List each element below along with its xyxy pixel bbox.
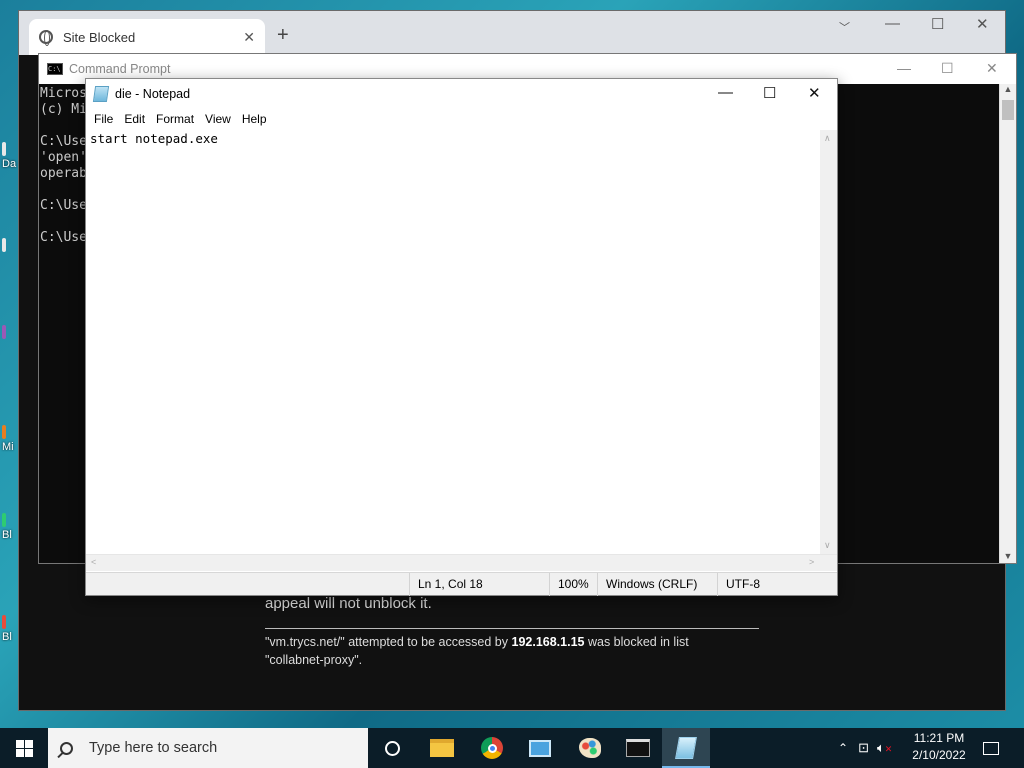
menu-file[interactable]: File <box>89 112 118 126</box>
blocked-page-content: appeal will not unblock it. "vm.trycs.ne… <box>265 595 765 669</box>
menu-edit[interactable]: Edit <box>119 112 150 126</box>
volume-muted-icon[interactable]: 🔈︎✕ <box>877 740 892 756</box>
chevron-up-icon[interactable]: ⌃ <box>838 741 848 755</box>
paint-icon <box>579 738 601 758</box>
status-encoding: UTF-8 <box>717 573 819 596</box>
desktop-icon-1[interactable]: Da <box>2 142 16 170</box>
desktop-icon-4[interactable]: Mi <box>2 425 14 453</box>
notepad-text-area[interactable]: start notepad.exe <box>86 130 821 554</box>
scroll-up-icon[interactable]: ∧ <box>824 133 831 144</box>
scroll-right-icon[interactable]: > <box>809 557 814 567</box>
notepad-status-bar: Ln 1, Col 18 100% Windows (CRLF) UTF-8 <box>86 572 837 596</box>
paint-button[interactable] <box>566 728 614 768</box>
menu-help[interactable]: Help <box>237 112 272 126</box>
notepad-maximize-button[interactable]: ☐ <box>763 84 776 102</box>
desktop-icon-6[interactable]: Bl <box>2 615 12 643</box>
desktop-icon-label: Mi <box>2 441 14 453</box>
desktop-shortcut-icon <box>2 238 6 252</box>
scroll-down-icon[interactable]: ∨ <box>824 540 831 551</box>
blocked-list: "collabnet-proxy". <box>265 653 363 667</box>
notepad-close-button[interactable]: ✕ <box>808 84 821 102</box>
blocked-info-text: attempted to be accessed by <box>344 635 512 649</box>
command-prompt-button[interactable] <box>614 728 662 768</box>
chrome-icon <box>481 737 503 759</box>
notification-icon <box>983 741 999 755</box>
blocked-ip: 192.168.1.15 <box>511 635 585 649</box>
desktop-shortcut-icon <box>2 325 6 339</box>
notepad-button[interactable] <box>662 728 710 768</box>
control-panel-icon <box>529 739 551 757</box>
cmd-title: Command Prompt <box>69 62 171 76</box>
notepad-vertical-scrollbar[interactable]: ∧ ∨ <box>820 130 837 554</box>
notepad-titlebar[interactable]: die - Notepad — ☐ ✕ <box>86 79 837 109</box>
task-view-icon <box>384 740 400 756</box>
chrome-button[interactable] <box>468 728 516 768</box>
windows-logo-icon <box>15 739 33 757</box>
notepad-window: die - Notepad — ☐ ✕ File Edit Format Vie… <box>85 78 838 596</box>
desktop-icon-2[interactable] <box>2 238 6 254</box>
clock-date: 2/10/2022 <box>912 748 966 762</box>
search-icon <box>60 741 73 755</box>
system-tray: ⌃ ⊡ 🔈︎✕ <box>838 728 892 768</box>
search-placeholder: Type here to search <box>89 740 218 756</box>
command-prompt-icon <box>626 739 650 757</box>
chrome-close-button[interactable]: ✕ <box>976 15 989 33</box>
desktop-icon-3[interactable] <box>2 325 6 341</box>
desktop-shortcut-icon <box>2 142 6 156</box>
desktop-icon-label: Bl <box>2 529 12 541</box>
taskbar-search-box[interactable]: Type here to search <box>48 728 368 768</box>
cmd-scrollbar[interactable]: ▲ ▼ <box>999 84 1016 563</box>
tab-site-blocked[interactable]: Site Blocked ✕ <box>29 19 265 55</box>
globe-icon <box>39 30 53 46</box>
blocked-info: "vm.trycs.net/" attempted to be accessed… <box>265 633 765 669</box>
cmd-minimize-button[interactable]: — <box>897 60 911 76</box>
start-button[interactable] <box>0 728 48 768</box>
command-prompt-icon: C:\ <box>47 63 63 75</box>
scroll-up-icon[interactable]: ▲ <box>1000 84 1016 94</box>
desktop-icons: Da Mi Bl Bl <box>0 130 18 690</box>
chrome-titlebar[interactable]: Site Blocked ✕ + ﹀ — ☐ ✕ <box>19 11 1005 55</box>
control-panel-button[interactable] <box>516 728 564 768</box>
clock-time: 11:21 PM <box>913 731 965 745</box>
desktop-icon-label: Bl <box>2 631 12 643</box>
notepad-title: die - Notepad <box>115 87 191 101</box>
desktop-icon-label: Da <box>2 158 17 170</box>
status-cursor-position: Ln 1, Col 18 <box>409 573 549 596</box>
desktop-icon-5[interactable]: Bl <box>2 513 12 541</box>
network-icon[interactable]: ⊡ <box>858 740 869 756</box>
blocked-info-text: was blocked in list <box>584 635 689 649</box>
desktop-shortcut-icon <box>2 425 6 439</box>
tab-title: Site Blocked <box>63 29 136 45</box>
scroll-thumb[interactable] <box>1002 100 1014 120</box>
file-explorer-button[interactable] <box>418 728 466 768</box>
cmd-maximize-button[interactable]: ☐ <box>941 60 954 77</box>
taskbar: Type here to search ⌃ ⊡ 🔈︎✕ 11:21 PM 2/1… <box>0 728 1024 768</box>
notifications-button[interactable] <box>968 728 1014 768</box>
tab-search-icon[interactable]: ﹀ <box>839 19 850 35</box>
new-tab-button[interactable]: + <box>277 24 289 47</box>
desktop-shortcut-icon <box>2 615 6 629</box>
notepad-minimize-button[interactable]: — <box>718 84 733 101</box>
desktop-shortcut-icon <box>2 513 6 527</box>
scroll-down-icon[interactable]: ▼ <box>1000 551 1016 561</box>
task-view-button[interactable] <box>368 728 416 768</box>
menu-format[interactable]: Format <box>151 112 199 126</box>
status-zoom: 100% <box>549 573 597 596</box>
notepad-icon <box>92 86 110 102</box>
clock[interactable]: 11:21 PM 2/10/2022 <box>900 730 978 764</box>
chrome-minimize-button[interactable]: — <box>885 15 900 32</box>
cmd-close-button[interactable]: ✕ <box>986 60 998 77</box>
notepad-horizontal-scrollbar[interactable]: < > <box>86 554 837 571</box>
menu-view[interactable]: View <box>200 112 236 126</box>
chrome-maximize-button[interactable]: ☐ <box>931 15 944 33</box>
scroll-left-icon[interactable]: < <box>91 557 96 567</box>
tab-close-icon[interactable]: ✕ <box>243 29 255 46</box>
divider <box>265 628 759 629</box>
notepad-icon <box>675 737 697 759</box>
notepad-menubar: File Edit Format View Help <box>86 109 837 129</box>
blocked-url: "vm.trycs.net/" <box>265 635 345 649</box>
status-line-ending: Windows (CRLF) <box>597 573 717 596</box>
file-explorer-icon <box>430 739 454 757</box>
appeal-text: appeal will not unblock it. <box>265 595 432 612</box>
